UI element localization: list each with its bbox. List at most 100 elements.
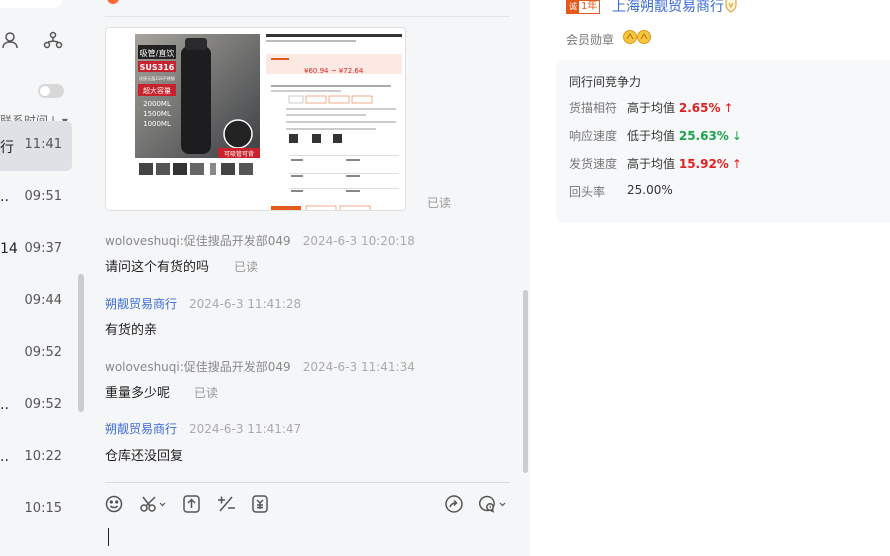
message-text[interactable]: 请问这个有货的吗 (105, 256, 209, 275)
conversation-item[interactable]: 09:52 (0, 329, 72, 379)
metric-value: 高于均值 15.92% ↑ (627, 155, 742, 172)
product-screenshot: 吸管/直饮 SUS316 优质无菌316不锈钢 超大容量 2000ML 1500… (135, 34, 402, 210)
share-icon[interactable] (443, 494, 465, 514)
conversation-name-fragment: .. (0, 449, 9, 465)
conversation-item[interactable]: 行 11:41 (0, 121, 72, 171)
member-medal-label: 会员勋章 (566, 33, 615, 47)
metric-label: 回头率 (569, 185, 606, 199)
filter-toggle[interactable] (38, 84, 64, 98)
conversation-time: 10:15 (24, 501, 62, 516)
sender-name: woloveshuqi:促佳搜品开发部049 (105, 360, 291, 374)
avatar-edge (107, 0, 119, 4)
conversation-time: 09:37 (24, 241, 62, 256)
metric-compare: 高于均值 (627, 101, 676, 115)
metric-label: 响应速度 (569, 129, 618, 143)
message-text[interactable]: 有货的亲 (105, 319, 157, 338)
verified-shield-icon (725, 0, 737, 13)
group-icon[interactable] (43, 30, 63, 50)
conversation-time: 09:52 (24, 397, 62, 412)
message-text[interactable]: 重量多少呢 (105, 382, 170, 401)
metric-percent: 2.65% (678, 101, 721, 115)
list-scrollbar[interactable] (78, 274, 84, 412)
shop-info-panel: 诚 1年 上海朔靓贸易商行 会员勋章 同行间竞争力 货描相符 高于均值 2.65%… (530, 0, 890, 556)
arrow-up-icon: ↑ (723, 101, 734, 115)
message-timestamp: 2024-6-3 11:41:34 (302, 360, 415, 374)
message-sender[interactable]: 朔靓贸易商行 2024-6-3 11:41:47 (105, 420, 301, 437)
upload-file-icon[interactable] (181, 494, 203, 514)
conversation-name-fragment: 14 (0, 241, 18, 257)
emoji-icon[interactable] (104, 494, 126, 514)
product-screenshot-message[interactable]: 吸管/直饮 SUS316 优质无菌316不锈钢 超大容量 2000ML 1500… (105, 27, 406, 211)
conversation-item[interactable]: .. 10:22 (0, 433, 72, 483)
metric-percent: 15.92% (678, 157, 729, 171)
metric-value: 低于均值 25.63% ↓ (627, 127, 742, 144)
conversation-item[interactable]: 14 09:37 (0, 225, 72, 275)
sender-name: 朔靓贸易商行 (105, 297, 178, 311)
metric-label: 发货速度 (569, 157, 618, 171)
message-sender: woloveshuqi:促佳搜品开发部049 2024-6-3 10:20:18 (105, 232, 415, 249)
conversation-list: 联系时间⇃ ▾ 行11:41..09:511409:3709:4409:52..… (0, 0, 85, 556)
message-input-caret[interactable] (108, 528, 109, 546)
sender-name: 朔靓贸易商行 (105, 422, 178, 436)
conversation-time: 09:52 (24, 345, 62, 360)
metric-compare: 高于均值 (627, 157, 676, 171)
discount-icon[interactable] (216, 494, 238, 514)
read-status: 已读 (234, 260, 259, 274)
message-text[interactable]: 仓库还没回复 (105, 445, 183, 464)
product-tag-1: 吸管/直饮 (140, 48, 175, 58)
payment-icon[interactable] (249, 494, 271, 514)
message-sender: woloveshuqi:促佳搜品开发部049 2024-6-3 11:41:34 (105, 358, 415, 375)
conversation-time: 11:41 (24, 137, 62, 152)
conversation-item[interactable]: 10:15 (0, 485, 72, 535)
metric-row: 回头率 25.00% (569, 183, 673, 200)
product-tag-7: 1000ML (143, 120, 171, 128)
product-tag-2: SUS316 (140, 63, 175, 72)
metric-row: 货描相符 高于均值 2.65% ↑ (569, 99, 734, 116)
medal-icon[interactable] (622, 29, 654, 45)
shop-name-link[interactable]: 上海朔靓贸易商行 (612, 0, 724, 16)
conversation-time: 10:22 (24, 449, 62, 464)
contact-icon[interactable] (0, 30, 20, 50)
metric-compare: 低于均值 (627, 129, 676, 143)
search-box-edge[interactable] (0, 0, 62, 8)
metric-row: 响应速度 低于均值 25.63% ↓ (569, 127, 742, 144)
product-price: ¥60.94 ~ ¥72.64 (304, 67, 364, 75)
conversation-item[interactable]: 09:44 (0, 277, 72, 327)
sender-name: woloveshuqi:促佳搜品开发部049 (105, 234, 291, 248)
quick-reply-icon[interactable] (477, 494, 507, 514)
product-tag-3: 优质无菌316不锈钢 (139, 75, 175, 81)
toggle-knob (40, 86, 50, 96)
message-timestamp: 2024-6-3 11:41:47 (189, 422, 302, 436)
cheng-icon: 诚 (567, 1, 579, 13)
conversation-time: 09:51 (24, 189, 62, 204)
read-status: 已读 (194, 386, 219, 400)
message-timestamp: 2024-6-3 11:41:28 (189, 297, 302, 311)
member-years-badge: 诚 1年 (566, 0, 601, 14)
peer-competitiveness-card: 同行间竞争力 货描相符 高于均值 2.65% ↑ 响应速度 低于均值 25.63% ↓ 发货… (556, 60, 890, 222)
metric-value: 25.00% (627, 183, 673, 197)
message-sender[interactable]: 朔靓贸易商行 2024-6-3 11:41:28 (105, 295, 301, 312)
metric-label: 货描相符 (569, 101, 618, 115)
member-years-text: 1年 (581, 1, 598, 12)
product-tag-8: 可吸管可背 (224, 150, 254, 158)
chat-scrollbar[interactable] (523, 290, 528, 473)
input-divider (105, 482, 510, 483)
chat-panel: 吸管/直饮 SUS316 优质无菌316不锈钢 超大容量 2000ML 1500… (85, 0, 530, 556)
image-read-status: 已读 (427, 196, 452, 210)
conversation-name-fragment: 行 (0, 140, 14, 156)
metric-row: 发货速度 高于均值 15.92% ↑ (569, 155, 742, 172)
product-tag-5: 2000ML (143, 100, 171, 108)
divider (105, 16, 510, 17)
conversation-name-fragment: .. (0, 397, 9, 413)
compete-title: 同行间竞争力 (569, 75, 642, 89)
screenshot-icon[interactable] (139, 494, 167, 514)
conversation-time: 09:44 (24, 293, 62, 308)
product-tag-4: 超大容量 (143, 86, 171, 95)
conversation-item[interactable]: .. 09:52 (0, 381, 72, 431)
conversation-name-fragment: .. (0, 189, 9, 205)
message-timestamp: 2024-6-3 10:20:18 (302, 234, 415, 248)
arrow-down-icon: ↓ (731, 129, 742, 143)
conversation-item[interactable]: .. 09:51 (0, 173, 72, 223)
metric-value: 高于均值 2.65% ↑ (627, 99, 734, 116)
arrow-up-icon: ↑ (731, 157, 742, 171)
